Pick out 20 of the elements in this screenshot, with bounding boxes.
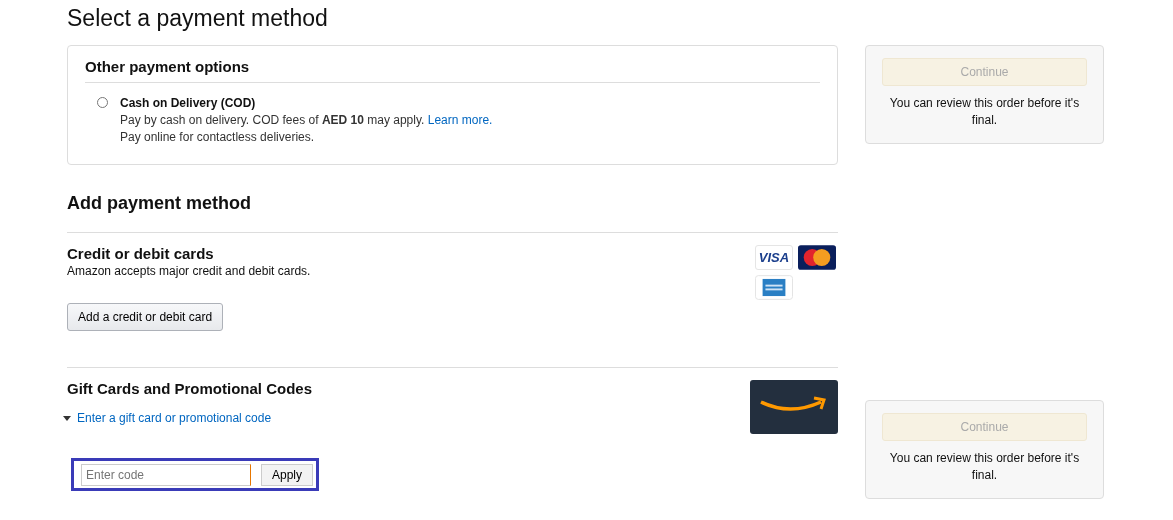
gift-card-icon <box>750 380 838 434</box>
promo-code-toggle[interactable]: Enter a gift card or promotional code <box>63 411 320 425</box>
section-heading: Other payment options <box>85 58 820 83</box>
code-input-field[interactable]: Enter code <box>81 464 251 486</box>
option-label: Cash on Delivery (COD) <box>120 95 257 112</box>
card-logo-icon <box>755 275 793 300</box>
section-description: Amazon accepts major credit and debit cards. <box>67 264 311 278</box>
option-description: Pay by cash on delivery. COD fees of AED 10 may apply. Learn more. <box>120 112 493 129</box>
section-heading: Gift Cards and Promotional Codes <box>67 380 314 397</box>
option-note: Pay online for contactless deliveries. <box>120 129 316 146</box>
section-heading: Credit or debit cards <box>67 245 215 262</box>
apply-button[interactable]: Apply <box>261 464 314 486</box>
learn-more-link[interactable]: Learn more. <box>427 113 493 127</box>
page-title: Select a payment method <box>67 4 329 32</box>
section-heading: Add payment method <box>67 193 252 214</box>
add-card-button[interactable]: Add a credit or debit card <box>67 303 224 331</box>
review-note: You can review this order before it's final. <box>888 450 1081 484</box>
card-logo-icon <box>798 245 836 270</box>
visa-logo: VISA <box>755 245 793 270</box>
review-note: You can review this order before it's final. <box>888 95 1081 129</box>
